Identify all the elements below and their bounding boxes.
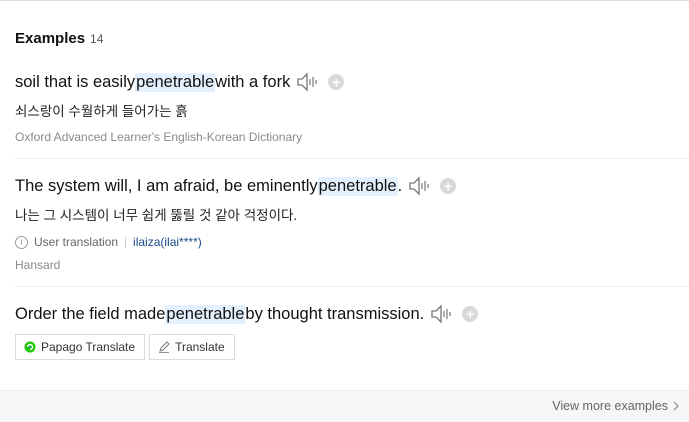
example-sentence: The system will, I am afraid, be eminent… — [15, 176, 689, 196]
pencil-icon — [159, 341, 170, 353]
example-divider — [15, 286, 689, 287]
info-icon[interactable]: i — [15, 235, 28, 249]
example-item: The system will, I am afraid, be eminent… — [15, 176, 689, 272]
example-sentence: Order the field made penetrable by thoug… — [15, 304, 689, 324]
view-more-examples-link[interactable]: View more examples — [552, 399, 679, 413]
user-link[interactable]: ilaiza(ilai****) — [133, 235, 202, 249]
papago-logo-icon — [24, 341, 36, 353]
add-to-wordbook-icon[interactable]: + — [328, 74, 345, 90]
papago-translate-button[interactable]: Papago Translate — [15, 334, 146, 360]
highlighted-word[interactable]: penetrable — [135, 72, 216, 92]
user-translation-row: i User translation ilaiza(ilai****) — [15, 235, 689, 249]
translate-button[interactable]: Translate — [149, 334, 235, 360]
example-translation: 나는 그 시스템이 너무 쉽게 뚫릴 것 같아 걱정이다. — [15, 208, 298, 223]
highlighted-word[interactable]: penetrable — [317, 176, 398, 196]
separator — [125, 236, 127, 248]
speaker-icon[interactable] — [296, 72, 320, 92]
highlighted-word[interactable]: penetrable — [165, 304, 246, 324]
example-item: Order the field made penetrable by thoug… — [15, 304, 689, 360]
example-source: Hansard — [15, 258, 61, 272]
translate-buttons: Papago Translate Translate — [15, 334, 689, 360]
examples-header: Examples 14 — [15, 30, 103, 47]
footer-bar: View more examples — [0, 390, 689, 422]
example-translation: 쇠스랑이 수월하게 들어가는 흙 — [15, 104, 188, 119]
user-translation-label: User translation — [34, 235, 119, 249]
add-to-wordbook-icon[interactable]: + — [440, 178, 457, 194]
speaker-icon[interactable] — [430, 304, 454, 324]
example-source: Oxford Advanced Learner's English-Korean… — [15, 130, 303, 144]
add-to-wordbook-icon[interactable]: + — [462, 306, 479, 322]
example-divider — [15, 158, 689, 159]
speaker-icon[interactable] — [408, 176, 432, 196]
example-sentence: soil that is easily penetrable with a fo… — [15, 72, 689, 92]
chevron-right-icon — [673, 401, 679, 411]
examples-count: 14 — [90, 32, 104, 46]
top-divider — [0, 0, 689, 1]
example-item: soil that is easily penetrable with a fo… — [15, 72, 689, 144]
section-title: Examples — [15, 30, 86, 47]
